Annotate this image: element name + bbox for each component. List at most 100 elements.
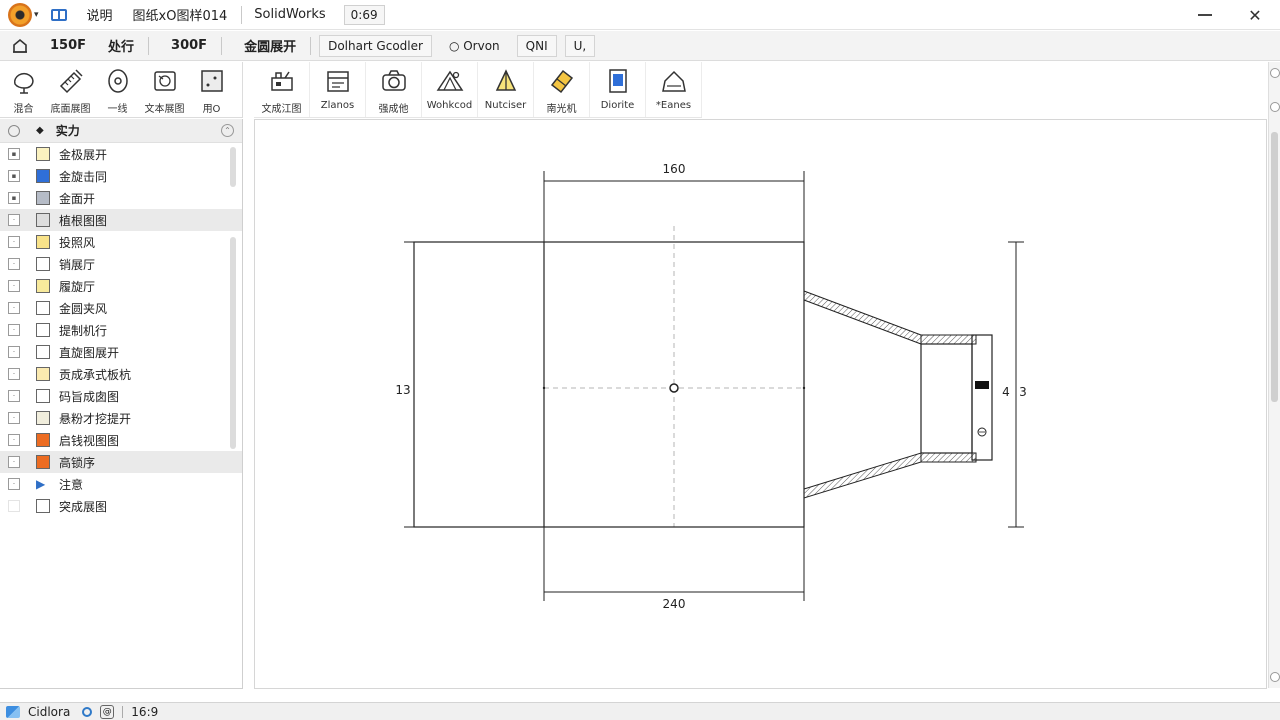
tree-title[interactable]: 实力	[56, 122, 80, 139]
technical-drawing[interactable]: 160 240 13 4 3	[255, 120, 1266, 688]
tree-item[interactable]: ▪ 金旋击同	[0, 165, 242, 187]
pencil-ruler-icon	[59, 69, 83, 94]
tree-item[interactable]: 突成展图	[0, 495, 242, 517]
book-icon[interactable]	[50, 8, 67, 21]
tree-item[interactable]: · 直旋图展开	[0, 341, 242, 363]
nozzle-tip[interactable]	[920, 343, 973, 454]
point-box-tool-button[interactable]: 用O	[188, 62, 235, 117]
eraser-tool-button[interactable]: 南光机	[534, 62, 590, 117]
tree-expander-icon[interactable]: ▪	[8, 192, 20, 204]
tree-expander-icon[interactable]: ·	[8, 390, 20, 402]
tree-item[interactable]: · 金圆夹风	[0, 297, 242, 319]
scrollbar-thumb[interactable]	[1271, 132, 1278, 402]
tree-expander-icon[interactable]: ·	[8, 368, 20, 380]
sync-icon[interactable]	[82, 706, 93, 717]
hand-tool-button[interactable]: 文成江图	[254, 62, 310, 117]
collapse-icon[interactable]: ⌃	[221, 124, 234, 137]
tree-item[interactable]: · 提制机行	[0, 319, 242, 341]
orvon-button[interactable]: ○ Orvon	[440, 35, 509, 57]
chevron-down-icon[interactable]: ▾	[34, 10, 39, 20]
qni-button[interactable]: QNI	[516, 34, 557, 57]
menu-label[interactable]: 处行	[108, 36, 134, 55]
dolhart-button[interactable]: Dolhart Gcodler	[319, 34, 432, 57]
tree-item[interactable]: ▪ 金面开	[0, 187, 242, 209]
dimension-top[interactable]: 160	[663, 162, 686, 176]
tree-expander-icon[interactable]: ·	[8, 346, 20, 358]
tree-expander-icon[interactable]: ·	[8, 324, 20, 336]
feature-title[interactable]: 金圆展开	[244, 36, 296, 55]
nozzle-wall-top[interactable]	[803, 290, 922, 345]
dimension-left[interactable]: 13	[395, 383, 410, 397]
tree-expander-icon[interactable]: ·	[8, 434, 20, 446]
tree-expander-icon[interactable]: ▪	[8, 170, 20, 182]
divider	[122, 705, 124, 718]
scroll-up-icon[interactable]	[1270, 68, 1280, 78]
ratio-badge[interactable]: 0:69	[343, 4, 385, 25]
vertical-scrollbar[interactable]	[1268, 62, 1280, 688]
scroll-down-icon[interactable]	[1270, 672, 1280, 682]
tree-expander-icon[interactable]: ·	[8, 280, 20, 292]
tree-scrollbar[interactable]	[230, 237, 236, 449]
tree-item[interactable]: · 投照风	[0, 231, 242, 253]
close-icon: ✕	[1248, 5, 1262, 25]
scroll-option-icon[interactable]	[1270, 102, 1280, 112]
tree-expander-icon[interactable]	[8, 500, 20, 512]
tree-item[interactable]: ▪ 金极展开	[0, 143, 242, 165]
dimension-bottom[interactable]: 240	[663, 597, 686, 611]
camera-tool-button[interactable]: 强成他	[366, 62, 422, 117]
tree-item-label: 提制机行	[59, 323, 108, 338]
app-logo-icon[interactable]	[8, 2, 32, 27]
tree-item[interactable]: · 植根图图	[0, 209, 242, 231]
nozzle-wall-bottom[interactable]	[803, 452, 922, 499]
tree-expander-icon[interactable]: ·	[8, 258, 20, 270]
home-icon[interactable]	[12, 38, 28, 54]
section-tool-button[interactable]: *Eanes	[646, 62, 702, 117]
menu-text[interactable]: 说明	[87, 5, 113, 24]
tree-expander-icon[interactable]: ·	[8, 456, 20, 468]
section-icon	[661, 70, 686, 92]
tree-expander-icon[interactable]: ·	[8, 214, 20, 226]
tree-expander-icon[interactable]: ·	[8, 236, 20, 248]
tri-shape-tool-button[interactable]: Nutciser	[478, 62, 534, 117]
scale-value[interactable]: 300F	[171, 38, 207, 53]
u-button[interactable]: U,	[564, 34, 596, 57]
drawing-canvas[interactable]: 160 240 13 4 3	[254, 119, 1267, 689]
planes-icon	[326, 71, 349, 92]
tree-item[interactable]: · ▶ 注意	[0, 473, 242, 495]
tree-item[interactable]: · 贡成承式板杭	[0, 363, 242, 385]
nozzle-end-cap[interactable]	[971, 334, 993, 461]
tree-item[interactable]: · 启钱视图图	[0, 429, 242, 451]
dimension-right-a[interactable]: 4	[1002, 385, 1010, 399]
tree-item[interactable]: · 高锁序	[0, 451, 242, 473]
zoom-value[interactable]: 150F	[50, 38, 86, 53]
tree-expander-icon[interactable]: ▪	[8, 148, 20, 160]
pencil-ruler-tool-button[interactable]: 底面展图	[47, 62, 94, 117]
tree-item[interactable]: · 履旋厅	[0, 275, 242, 297]
tree-expander-icon[interactable]: ·	[8, 412, 20, 424]
minimize-button[interactable]	[1180, 0, 1230, 30]
tree-expander-icon[interactable]: ·	[8, 478, 20, 490]
sketch-view-tool-button[interactable]: 文本展图	[141, 62, 188, 117]
tree-item[interactable]: · 销展厅	[0, 253, 242, 275]
center-point[interactable]	[669, 383, 679, 393]
circle-target-icon	[107, 69, 128, 93]
dimension-right-b[interactable]: 3	[1019, 385, 1027, 399]
settings-icon[interactable]: @	[100, 704, 115, 719]
tool-label: Nutciser	[484, 100, 527, 111]
close-button[interactable]: ✕	[1230, 0, 1280, 30]
outer-rect[interactable]	[413, 241, 805, 528]
feature-swatch-icon	[36, 213, 50, 227]
planes-tool-button[interactable]: Zlanos	[310, 62, 366, 117]
tree-item-label: 金圆夹风	[59, 301, 108, 316]
tree-scrollbar-top[interactable]	[230, 147, 236, 187]
circle-tool-button[interactable]: 一线	[94, 62, 141, 117]
loft-tool-button[interactable]: 混合	[0, 62, 47, 117]
rib-tool-button[interactable]: Wohkcod	[422, 62, 478, 117]
tree-item[interactable]: · 码旨成囱图	[0, 385, 242, 407]
title-bar: ▾ 说明 图纸xO图样014 SolidWorks 0:69 ✕	[0, 0, 1280, 30]
filter-icon[interactable]	[8, 124, 20, 137]
tree-item-label: 突成展图	[59, 499, 108, 514]
tree-expander-icon[interactable]: ·	[8, 302, 20, 314]
doc-panel-tool-button[interactable]: Diorite	[590, 62, 646, 117]
tree-item[interactable]: · 悬粉才挖提开	[0, 407, 242, 429]
